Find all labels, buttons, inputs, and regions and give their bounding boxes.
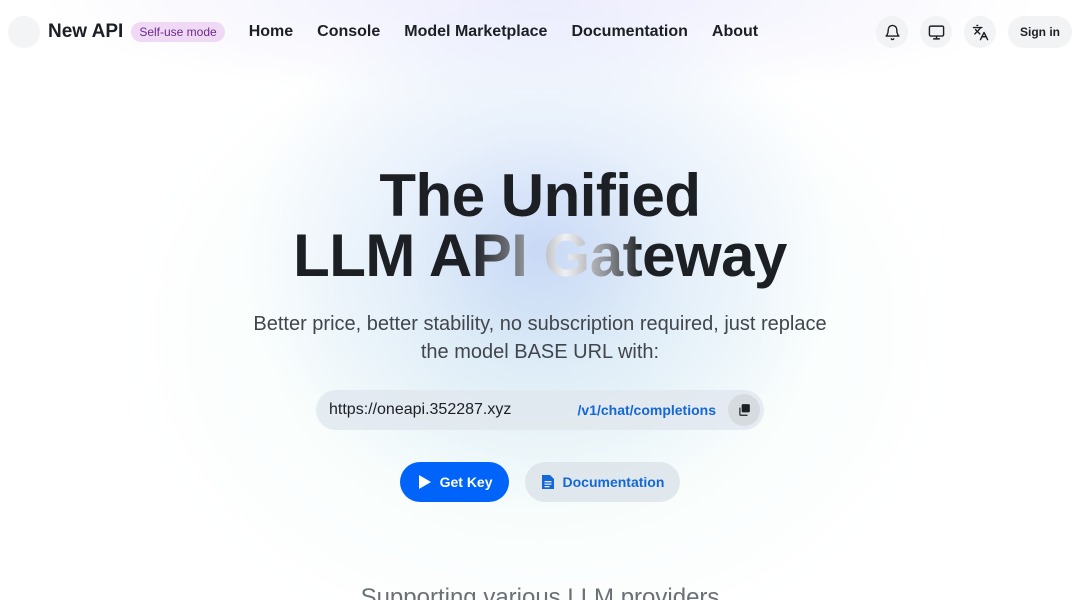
hero-actions: Get Key Documentation — [0, 462, 1080, 502]
main-menu: Home Console Model Marketplace Documenta… — [249, 23, 782, 41]
nav-model-marketplace[interactable]: Model Marketplace — [404, 23, 547, 41]
base-url-box: https://oneapi.352287.xyz /v1/chat/compl… — [316, 390, 764, 430]
providers-heading: Supporting various LLM providers — [360, 584, 720, 600]
hero-title: The Unified LLM API Gateway — [0, 166, 1080, 286]
theme-toggle-button[interactable] — [920, 16, 952, 48]
navbar-actions: Sign in — [864, 16, 1072, 48]
copy-url-button[interactable] — [728, 394, 760, 426]
sign-in-button[interactable]: Sign in — [1008, 16, 1072, 48]
nav-documentation[interactable]: Documentation — [571, 23, 687, 41]
hero-title-line1: The Unified — [379, 162, 701, 229]
nav-console[interactable]: Console — [317, 23, 380, 41]
hero-title-line2-c: eway — [642, 222, 787, 289]
self-use-mode-badge: Self-use mode — [131, 22, 225, 42]
hero-title-line2-shine: PI Gat — [471, 222, 643, 289]
logo[interactable] — [8, 16, 40, 48]
brand-name[interactable]: New API — [48, 21, 123, 43]
nav-about[interactable]: About — [712, 23, 758, 41]
get-key-label: Get Key — [439, 474, 493, 490]
documentation-label: Documentation — [562, 474, 665, 490]
language-button[interactable] — [964, 16, 996, 48]
play-icon — [418, 475, 431, 489]
hero-title-line2-a: LLM A — [293, 222, 472, 289]
endpoint-path: /v1/chat/completions — [577, 402, 716, 418]
top-navbar: New API Self-use mode Home Console Model… — [0, 0, 1080, 64]
notifications-button[interactable] — [876, 16, 908, 48]
hero-subtitle: Better price, better stability, no subsc… — [253, 313, 827, 363]
translate-icon — [972, 24, 988, 40]
hero-section: The Unified LLM API Gateway Better price… — [0, 166, 1080, 502]
get-key-button[interactable]: Get Key — [399, 462, 509, 502]
base-url-text: https://oneapi.352287.xyz — [329, 401, 512, 418]
bell-icon — [884, 24, 900, 40]
monitor-icon — [928, 24, 944, 40]
copy-icon — [739, 404, 750, 416]
documentation-button[interactable]: Documentation — [524, 462, 681, 502]
document-icon — [541, 475, 554, 489]
nav-home[interactable]: Home — [249, 23, 293, 41]
